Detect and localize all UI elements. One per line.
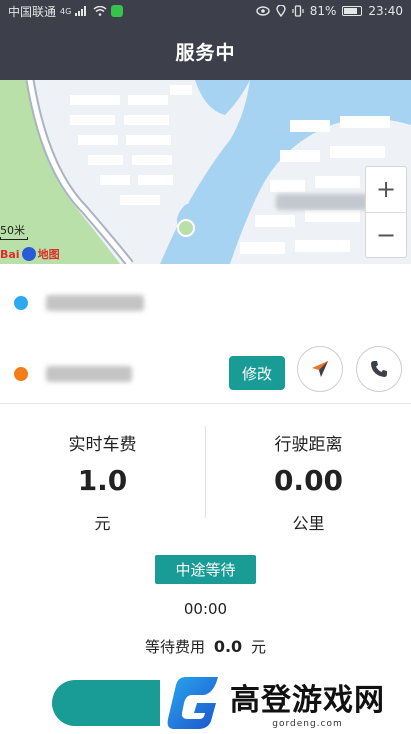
distance-unit: 公里 bbox=[292, 514, 325, 533]
location-icon bbox=[276, 5, 286, 17]
battery-icon bbox=[342, 6, 363, 16]
carrier-label: 中国联通 bbox=[8, 4, 57, 19]
navigation-button[interactable] bbox=[297, 346, 343, 392]
zoom-in-button[interactable]: + bbox=[366, 167, 406, 212]
watermark-logo-icon bbox=[167, 677, 218, 729]
end-address-redacted bbox=[46, 366, 132, 382]
end-point-dot bbox=[14, 367, 28, 381]
wait-fee-unit: 元 bbox=[250, 638, 266, 656]
vibrate-icon bbox=[292, 5, 304, 17]
distance-label: 行驶距离 bbox=[274, 435, 343, 455]
network-label: 4G bbox=[60, 6, 72, 16]
fare-label: 实时车费 bbox=[68, 435, 137, 455]
stats-panel: 实时车费 1.0 元 行驶距离 0.00 公里 bbox=[0, 404, 411, 544]
start-point-dot bbox=[14, 296, 28, 310]
wechat-notification-icon bbox=[111, 5, 124, 17]
wait-fee: 等待费用 0.0 元 bbox=[0, 636, 411, 657]
wait-fee-value: 0.0 bbox=[213, 637, 243, 656]
clock: 23:40 bbox=[368, 4, 403, 18]
wifi-icon bbox=[93, 6, 107, 16]
page-title: 服务中 bbox=[175, 41, 236, 64]
zoom-control: + − bbox=[365, 166, 407, 258]
signal-icon bbox=[75, 6, 87, 16]
watermark: 高登游戏网 gordeng.com bbox=[160, 670, 411, 734]
fare-value: 1.0 bbox=[77, 464, 128, 497]
navigation-arrow-icon bbox=[312, 361, 328, 377]
eye-icon bbox=[256, 6, 270, 16]
map-view[interactable]: 50米 Bai 地图 + − bbox=[0, 80, 411, 264]
map-canvas bbox=[0, 80, 411, 264]
status-bar: 中国联通 4G 81% 23:40 bbox=[0, 0, 411, 22]
map-logo: Bai 地图 bbox=[0, 246, 60, 262]
map-logo-text: Bai bbox=[0, 247, 20, 261]
map-scale-bar bbox=[0, 237, 28, 240]
map-place-label bbox=[276, 194, 368, 210]
call-button[interactable] bbox=[356, 346, 402, 392]
midway-wait-button[interactable]: 中途等待 bbox=[155, 555, 256, 584]
zoom-out-button[interactable]: − bbox=[366, 213, 406, 258]
distance-value: 0.00 bbox=[273, 464, 344, 497]
watermark-title: 高登游戏网 bbox=[230, 683, 385, 718]
title-bar: 服务中 bbox=[0, 22, 411, 80]
start-address-redacted bbox=[46, 295, 144, 311]
fare-unit: 元 bbox=[94, 514, 111, 533]
phone-icon bbox=[371, 361, 387, 377]
map-scale-label: 50米 bbox=[0, 224, 25, 237]
paw-icon bbox=[21, 247, 36, 261]
modify-destination-button[interactable]: 修改 bbox=[229, 356, 285, 390]
map-logo-suffix: 地图 bbox=[37, 248, 60, 261]
wait-timer: 00:00 bbox=[183, 600, 228, 618]
watermark-url: gordeng.com bbox=[272, 719, 343, 729]
battery-percent: 81% bbox=[309, 4, 337, 18]
trip-panel: 修改 bbox=[0, 264, 411, 404]
wait-fee-label: 等待费用 bbox=[145, 638, 206, 656]
